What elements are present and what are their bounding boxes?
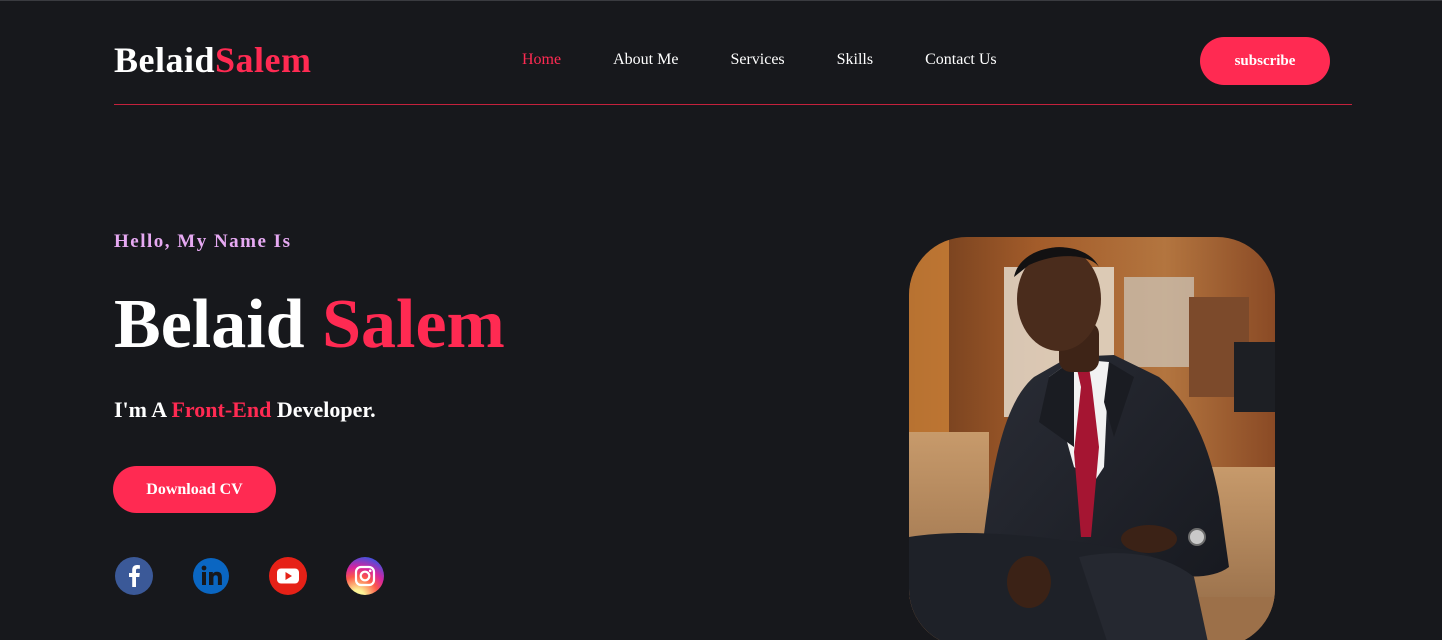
tagline: I'm A Front-End Developer. bbox=[114, 397, 376, 423]
youtube-icon[interactable] bbox=[268, 556, 308, 596]
nav-services[interactable]: Services bbox=[730, 51, 784, 69]
tagline-prefix: I'm A bbox=[114, 397, 166, 422]
tagline-accent: Front-End bbox=[171, 397, 272, 422]
main-nav: Home About Me Services Skills Contact Us bbox=[522, 51, 1049, 69]
hero-first-name: Belaid bbox=[114, 286, 305, 363]
logo-first: Belaid bbox=[114, 40, 216, 80]
linkedin-icon[interactable] bbox=[191, 556, 231, 596]
tagline-suffix: Developer. bbox=[276, 397, 376, 422]
instagram-icon[interactable] bbox=[345, 556, 385, 596]
nav-home[interactable]: Home bbox=[522, 51, 561, 69]
page: BelaidSalem Home About Me Services Skill… bbox=[0, 0, 1442, 640]
social-links bbox=[114, 556, 422, 596]
subscribe-button[interactable]: subscribe bbox=[1200, 37, 1330, 85]
logo-second: Salem bbox=[215, 40, 312, 80]
header-divider bbox=[114, 104, 1352, 105]
nav-contact-us[interactable]: Contact Us bbox=[925, 51, 997, 69]
logo[interactable]: BelaidSalem bbox=[114, 39, 312, 81]
nav-about-me[interactable]: About Me bbox=[613, 51, 678, 69]
hero-name: Belaid Salem bbox=[114, 285, 505, 365]
download-cv-button[interactable]: Download CV bbox=[113, 466, 276, 513]
profile-photo bbox=[909, 237, 1275, 640]
greeting: Hello, My Name Is bbox=[114, 231, 292, 252]
facebook-icon[interactable] bbox=[114, 556, 154, 596]
nav-skills[interactable]: Skills bbox=[837, 51, 873, 69]
hero-last-name: Salem bbox=[322, 286, 505, 363]
